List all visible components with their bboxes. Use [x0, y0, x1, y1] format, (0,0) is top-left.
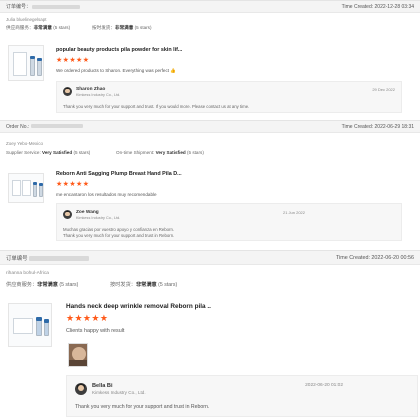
reply-author-company: Kimkess Industry Co., Ltd.	[92, 390, 146, 395]
order-number: Order No.:	[6, 124, 83, 130]
review-card: 订单编号： Time Created: 2022-12-28 03:34 Jul…	[0, 0, 420, 116]
review-card: Order No.: Time Created: 2022-06-29 18:3…	[0, 120, 420, 244]
product-image[interactable]	[8, 303, 52, 347]
reply-text: Thank you very much for your support and…	[75, 404, 210, 410]
avatar	[75, 383, 87, 395]
supplier-service-rating: 供应商服务：非常满意 (5 stars)	[6, 25, 71, 30]
reply-author-name: Sharon Zhao	[76, 87, 106, 92]
shipment-rating: 按时发货：非常满意 (5 stars)	[92, 25, 152, 30]
supplier-reply: Zoe Wang Kimkess Industry Co., Ltd. 21 J…	[56, 203, 402, 241]
redacted-order-id	[30, 124, 83, 129]
review-text: me encantaron los resultados muy recomen…	[56, 192, 157, 197]
shipment-rating: On-time Shipment: Very Satisfied (5 star…	[116, 150, 204, 155]
rating-stars: ★★★★★	[56, 181, 90, 188]
reply-text-line-2: Thank you very much for your support and…	[63, 233, 175, 238]
review-text: Clients happy with result	[66, 328, 125, 334]
time-created: Time Created: 2022-12-28 03:34	[341, 3, 414, 10]
order-number-label: Order No.:	[6, 123, 30, 130]
order-number-label: 订单编号	[6, 255, 28, 262]
rating-stars: ★★★★★	[66, 313, 109, 323]
order-number-label: 订单编号：	[6, 4, 32, 10]
avatar	[63, 210, 72, 219]
buyer-name: rihanna bohul-Africa	[6, 271, 49, 276]
supplier-service-rating: 供应商服务：非常满意 (5 stars)	[6, 282, 79, 288]
reply-author-name: Bella Bi	[92, 383, 113, 389]
reply-date: 21 Jun 2022	[282, 210, 305, 215]
redacted-order-id	[29, 255, 90, 261]
review-photo[interactable]	[68, 343, 88, 367]
buyer-name: Zoey Yebo-Mexico	[6, 141, 44, 146]
product-image[interactable]	[8, 173, 44, 203]
buyer-name: Julia bluelinegelsapt	[6, 17, 47, 22]
supplier-service-rating: Supplier Service: Very Satisfied (5 star…	[6, 150, 91, 155]
reply-text-line-1: Muchas gracias por vuestro apoyo y confi…	[63, 227, 175, 232]
supplier-reply: Bella Bi Kimkess Industry Co., Ltd. 2022…	[66, 375, 418, 417]
product-title[interactable]: Reborn Anti Sagging Plump Breast Hand Pi…	[56, 171, 182, 177]
time-created: Time Created: 2022-06-20 00:56	[335, 254, 414, 261]
avatar	[63, 87, 72, 96]
reply-author-company: Kimkess Industry Co., Ltd.	[76, 93, 121, 97]
shipment-rating: 按时发货：非常满意 (5 stars)	[110, 282, 178, 288]
order-number: 订单编号	[6, 254, 90, 262]
review-card: 订单编号 Time Created: 2022-06-20 00:56 riha…	[0, 250, 420, 420]
reply-author-company: Kimkess Industry Co., Ltd.	[76, 216, 121, 220]
order-header: 订单编号 Time Created: 2022-06-20 00:56	[0, 251, 420, 265]
product-image[interactable]	[8, 45, 44, 81]
order-header: 订单编号： Time Created: 2022-12-28 03:34	[0, 1, 420, 13]
order-header: Order No.: Time Created: 2022-06-29 18:3…	[0, 121, 420, 133]
supplier-reply: Sharon Zhao Kimkess Industry Co., Ltd. 2…	[56, 81, 402, 113]
product-title[interactable]: Hands neck deep wrinkle removal Reborn p…	[66, 303, 211, 310]
reply-author-name: Zoe Wang	[76, 210, 99, 215]
product-title[interactable]: popular beauty products pila powder for …	[56, 47, 182, 53]
review-text: We ordered products to Sharon. Everythin…	[56, 68, 177, 73]
reply-date: 29 Dec 2022	[372, 87, 395, 92]
rating-stars: ★★★★★	[56, 57, 90, 64]
order-number: 订单编号：	[6, 3, 81, 10]
reply-date: 2022-06-20 01:02	[305, 383, 343, 388]
reply-text: Thank you very much for your support and…	[63, 104, 250, 109]
redacted-order-id	[32, 4, 81, 9]
time-created: Time Created: 2022-06-29 18:31	[341, 123, 414, 130]
